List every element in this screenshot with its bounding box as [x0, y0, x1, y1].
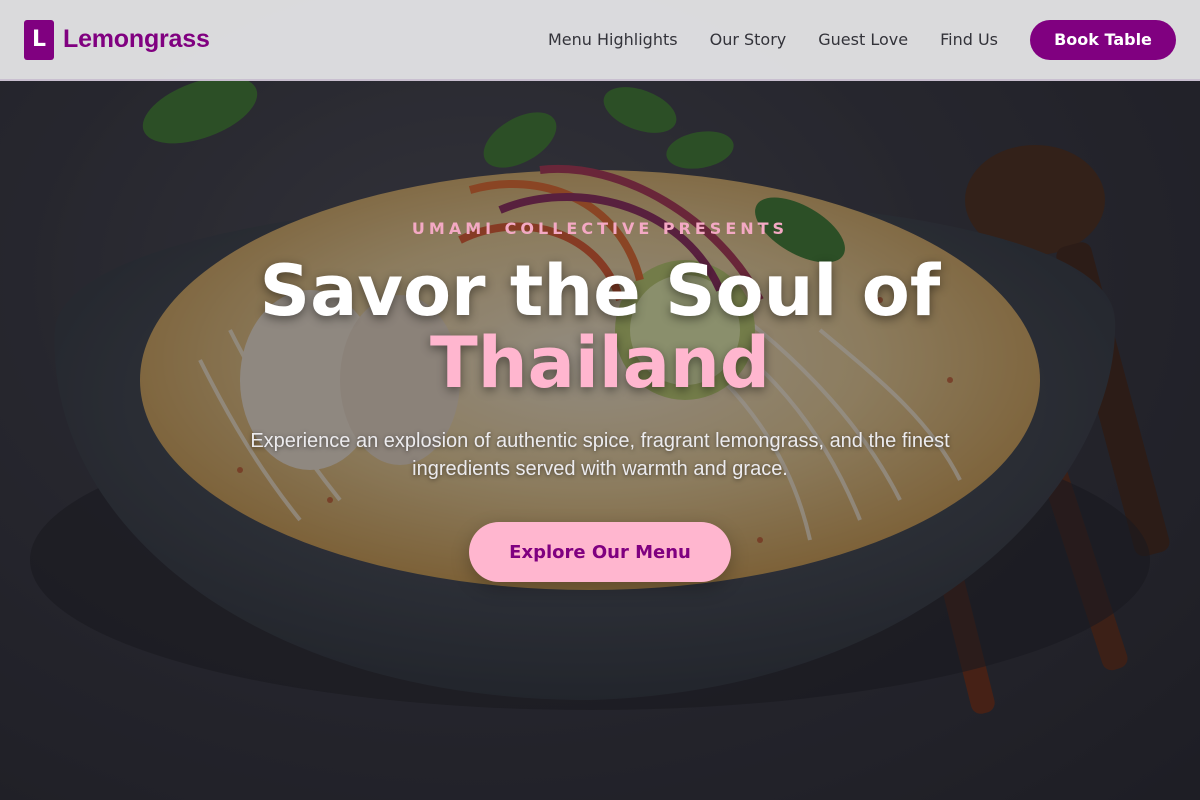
nav-link-guest-love[interactable]: Guest Love [818, 30, 908, 49]
headline-line: Savor the Soul of [259, 250, 941, 332]
nav-link-find-us[interactable]: Find Us [940, 30, 998, 49]
headline-accent: Thailand [430, 322, 770, 404]
nav-links: Menu Highlights Our Story Guest Love Fin… [548, 30, 998, 49]
logo-icon: L [24, 19, 54, 60]
hero-subtext: Experience an explosion of authentic spi… [250, 430, 950, 480]
nav-link-menu-highlights[interactable]: Menu Highlights [548, 30, 678, 49]
brand-name: Lemongrass [63, 25, 210, 53]
top-navbar: L Lemongrass Menu Highlights Our Story G… [0, 0, 1200, 81]
hero-headline: Savor the Soul of Thailand [0, 255, 1200, 399]
brand-logo-link[interactable]: L Lemongrass [24, 19, 210, 60]
hero-eyebrow: UMAMI COLLECTIVE PRESENTS [411, 219, 789, 238]
hero-content: UMAMI COLLECTIVE PRESENTS Savor the Soul… [0, 0, 1200, 800]
explore-menu-button[interactable]: Explore Our Menu [469, 522, 731, 582]
nav-link-our-story[interactable]: Our Story [710, 30, 787, 49]
book-table-button[interactable]: Book Table [1030, 19, 1176, 60]
